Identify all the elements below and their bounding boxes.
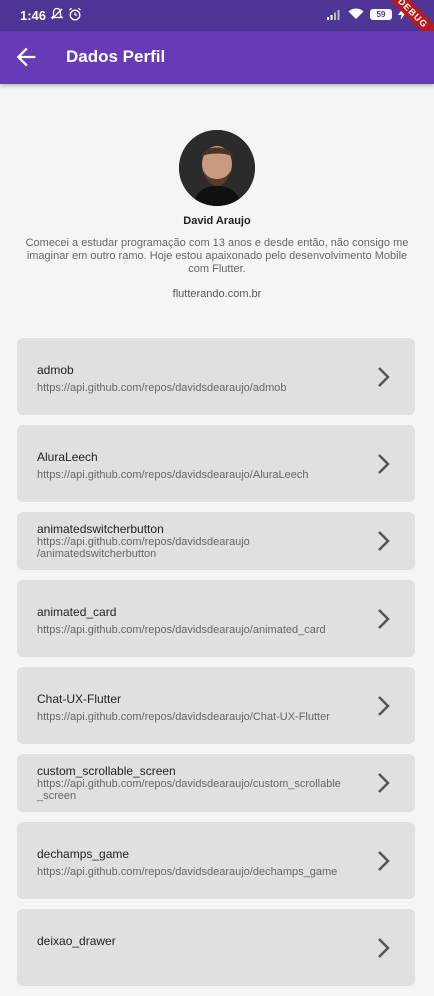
repo-url: https://api.github.com/repos/davidsdeara… xyxy=(37,711,330,723)
battery-icon: 59 xyxy=(370,8,392,20)
chevron-right-icon xyxy=(378,851,390,871)
app-bar: Dados Perfil xyxy=(0,31,434,84)
repo-name: animatedswitcherbutton xyxy=(37,522,164,536)
repo-name: custom_scrollable_screen xyxy=(37,764,176,778)
wifi-icon xyxy=(348,8,364,19)
repo-card[interactable]: animatedswitcherbutton https://api.githu… xyxy=(17,512,415,570)
profile-section: David Araujo Comecei a estudar programaç… xyxy=(0,130,434,300)
repo-card[interactable]: dechamps_game https://api.github.com/rep… xyxy=(17,822,415,899)
repo-card[interactable]: AluraLeech https://api.github.com/repos/… xyxy=(17,425,415,502)
status-left-icons xyxy=(50,7,82,21)
repo-url: https://api.github.com/repos/davidsdeara… xyxy=(37,866,338,878)
repo-name: dechamps_game xyxy=(37,847,130,861)
repo-url: https://api.github.com/repos/davidsdeara… xyxy=(37,624,326,636)
repo-card[interactable]: custom_scrollable_screen https://api.git… xyxy=(17,754,415,812)
chevron-right-icon xyxy=(378,696,390,716)
repo-card[interactable]: admob https://api.github.com/repos/david… xyxy=(17,338,415,415)
page-title: Dados Perfil xyxy=(66,47,166,66)
chevron-right-icon xyxy=(378,454,390,474)
repo-name: deixao_drawer xyxy=(37,934,116,948)
repo-url: https://api.github.com/repos/davidsdeara… xyxy=(37,778,341,802)
signal-icon xyxy=(327,10,340,20)
repo-name: animated_card xyxy=(37,605,117,619)
status-right-icons: 59 xyxy=(327,8,406,20)
repo-url: https://api.github.com/repos/davidsdeara… xyxy=(37,382,287,394)
chevron-right-icon xyxy=(378,367,390,387)
repo-name: Chat-UX-Flutter xyxy=(37,692,122,706)
chevron-right-icon xyxy=(378,609,390,629)
chevron-right-icon xyxy=(378,531,390,551)
avatar xyxy=(179,130,255,206)
chevron-right-icon xyxy=(378,938,390,958)
repo-url: https://api.github.com/repos/davidsdeara… xyxy=(37,536,250,560)
profile-name: David Araujo xyxy=(183,215,251,227)
avatar-image xyxy=(179,130,255,206)
repo-name: admob xyxy=(37,363,74,377)
repo-name: AluraLeech xyxy=(37,450,98,464)
repo-url: https://api.github.com/repos/davidsdeara… xyxy=(37,469,309,481)
back-arrow-icon[interactable] xyxy=(12,43,40,71)
repo-card[interactable]: Chat-UX-Flutter https://api.github.com/r… xyxy=(17,667,415,744)
repo-card[interactable]: deixao_drawer xyxy=(17,909,415,986)
alarm-icon xyxy=(69,7,81,21)
profile-website[interactable]: flutterando.com.br xyxy=(0,288,434,300)
repo-list: admob https://api.github.com/repos/david… xyxy=(17,338,415,996)
status-time: 1:46 xyxy=(20,8,47,23)
repo-card[interactable]: animated_card https://api.github.com/rep… xyxy=(17,580,415,657)
chevron-right-icon xyxy=(378,773,390,793)
status-bar: 1:46 59 DEBUG xyxy=(0,0,434,49)
profile-bio: Comecei a estudar programação com 13 ano… xyxy=(25,237,409,275)
do-not-disturb-icon xyxy=(50,7,64,20)
